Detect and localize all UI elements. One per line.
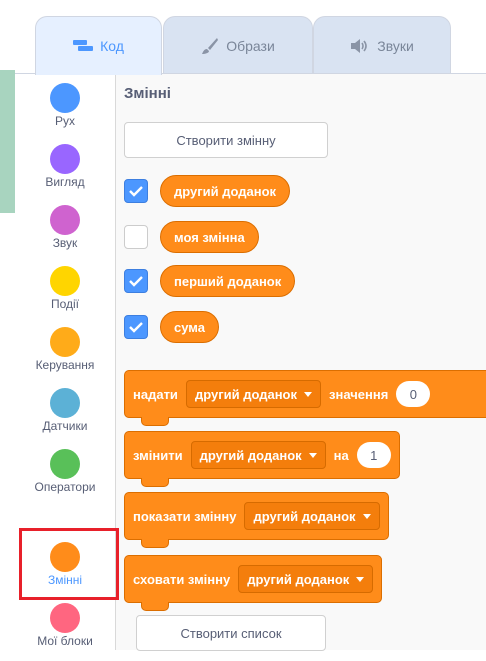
- block-text: змінити: [133, 447, 183, 463]
- tab-costumes-label: Образи: [226, 38, 275, 54]
- variable-checkbox[interactable]: [124, 315, 148, 339]
- block-text: показати змінну: [133, 508, 237, 524]
- category-motion[interactable]: Рух: [15, 77, 115, 141]
- category-control[interactable]: Керування: [15, 321, 115, 385]
- variable-dropdown[interactable]: другий доданок: [238, 565, 374, 593]
- category-label: Керування: [35, 358, 95, 372]
- variable-row: моя змінна: [124, 220, 259, 254]
- value-input[interactable]: 1: [356, 442, 391, 468]
- set-variable-block[interactable]: надати другий доданок значення 0: [124, 370, 486, 426]
- operators-color-dot: [50, 449, 80, 479]
- dropdown-value: другий доданок: [194, 386, 298, 402]
- variables-color-dot: [50, 542, 80, 572]
- dropdown-arrow-icon: [304, 391, 313, 397]
- control-color-dot: [50, 327, 80, 357]
- variable-reporter[interactable]: сума: [160, 311, 219, 343]
- show-variable-block[interactable]: показати змінну другий доданок: [124, 492, 389, 548]
- category-label: Звук: [52, 236, 78, 250]
- block-text: на: [333, 447, 349, 463]
- category-sound[interactable]: Звук: [15, 199, 115, 263]
- variable-checkbox[interactable]: [124, 179, 148, 203]
- variable-row: перший доданок: [124, 264, 296, 298]
- dropdown-arrow-icon: [308, 452, 317, 458]
- category-sensing[interactable]: Датчики: [15, 382, 115, 446]
- check-icon: [129, 275, 143, 287]
- change-variable-block[interactable]: змінити другий доданок на 1: [124, 431, 400, 487]
- tab-sounds[interactable]: Звуки: [313, 16, 451, 75]
- category-label: Події: [50, 297, 80, 311]
- variable-dropdown[interactable]: другий доданок: [190, 441, 326, 469]
- side-accent-strip: [0, 70, 15, 213]
- editor-tabs: Код Образи Звуки: [15, 0, 486, 75]
- category-operators[interactable]: Оператори: [15, 443, 115, 507]
- block-text: надати: [133, 386, 178, 402]
- brush-icon: [201, 37, 219, 55]
- check-icon: [129, 185, 143, 197]
- dropdown-arrow-icon: [362, 513, 371, 519]
- category-label: Змінні: [47, 573, 83, 587]
- category-label: Мої блоки: [37, 634, 93, 648]
- category-label: Датчики: [42, 419, 88, 433]
- block-text: значення: [329, 386, 389, 402]
- hide-variable-block[interactable]: сховати змінну другий доданок: [124, 555, 383, 611]
- motion-color-dot: [50, 83, 80, 113]
- block-text: сховати змінну: [133, 571, 231, 587]
- check-icon: [129, 321, 143, 333]
- category-variables[interactable]: Змінні: [15, 536, 115, 600]
- tab-sounds-label: Звуки: [377, 38, 414, 54]
- variable-reporter[interactable]: другий доданок: [160, 175, 291, 207]
- category-my-blocks[interactable]: Мої блоки: [15, 597, 115, 661]
- events-color-dot: [50, 266, 80, 296]
- variable-dropdown[interactable]: другий доданок: [185, 380, 322, 408]
- palette-title: Змінні: [124, 85, 171, 102]
- tab-code-label: Код: [100, 38, 124, 54]
- sound-color-dot: [50, 205, 80, 235]
- category-looks[interactable]: Вигляд: [15, 138, 115, 202]
- tab-code[interactable]: Код: [35, 16, 162, 75]
- category-label: Оператори: [34, 480, 96, 494]
- category-events[interactable]: Події: [15, 260, 115, 324]
- dropdown-value: другий доданок: [253, 508, 356, 524]
- looks-color-dot: [50, 144, 80, 174]
- variable-checkbox[interactable]: [124, 269, 148, 293]
- variable-dropdown[interactable]: другий доданок: [244, 502, 380, 530]
- variable-row: другий доданок: [124, 174, 291, 208]
- my-blocks-color-dot: [50, 603, 80, 633]
- variable-reporter[interactable]: перший доданок: [160, 265, 296, 297]
- blocks-palette: Змінні Створити змінну другий доданок мо…: [116, 74, 486, 651]
- sensing-color-dot: [50, 388, 80, 418]
- make-list-button[interactable]: Створити список: [136, 615, 326, 651]
- tab-costumes[interactable]: Образи: [163, 16, 313, 75]
- category-label: Вигляд: [45, 175, 85, 189]
- make-variable-button[interactable]: Створити змінну: [124, 122, 328, 158]
- dropdown-arrow-icon: [356, 576, 365, 582]
- dropdown-value: другий доданок: [199, 447, 302, 463]
- variable-checkbox[interactable]: [124, 225, 148, 249]
- category-label: Рух: [54, 114, 75, 128]
- dropdown-value: другий доданок: [247, 571, 350, 587]
- value-input[interactable]: 0: [396, 381, 431, 407]
- code-icon: [73, 40, 94, 52]
- variable-reporter[interactable]: моя змінна: [160, 221, 259, 253]
- speaker-icon: [350, 39, 370, 53]
- variable-row: сума: [124, 310, 219, 344]
- category-menu: Рух Вигляд Звук Події Керування Датчики …: [15, 74, 116, 650]
